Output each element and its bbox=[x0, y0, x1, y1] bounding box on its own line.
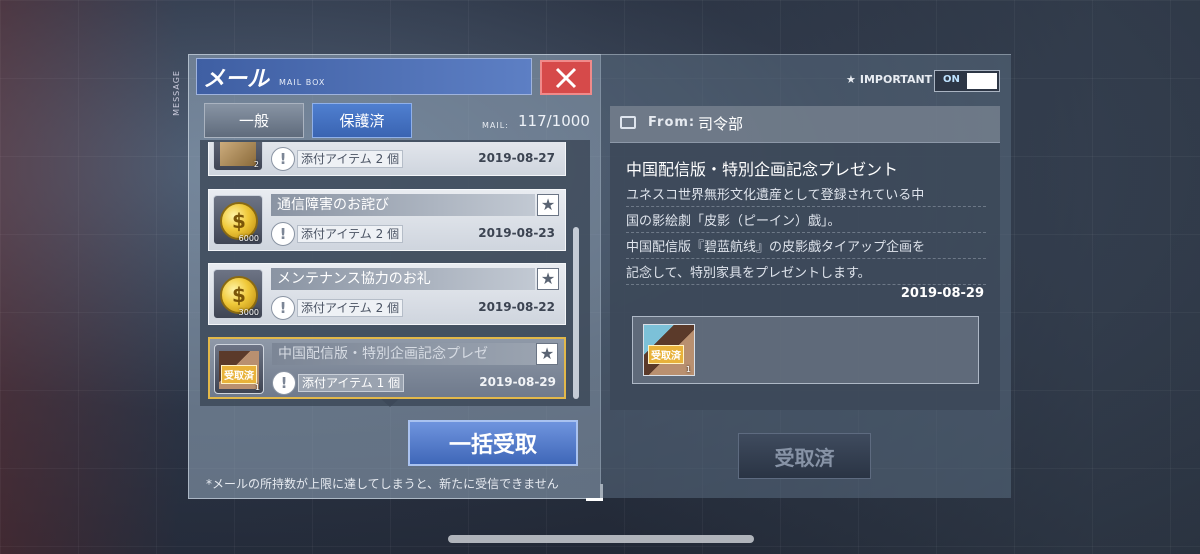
mail-subject: 中国配信版・特別企画記念プレゼ bbox=[272, 343, 536, 365]
star-icon[interactable]: ★ bbox=[537, 194, 559, 216]
attachment-row: ! 添付アイテム 2 個 2019-08-22 bbox=[271, 296, 561, 320]
mail-body-line: 記念して、特別家具をプレゼントします。 bbox=[626, 262, 986, 285]
mail-title: 中国配信版・特別企画記念プレゼント bbox=[626, 160, 899, 179]
coin-icon: $ 3000 bbox=[213, 269, 263, 319]
mail-date: 2019-08-27 bbox=[478, 151, 555, 165]
scrollbar[interactable] bbox=[573, 227, 579, 399]
important-filter: ★ IMPORTANT bbox=[846, 73, 932, 86]
toggle-knob bbox=[967, 73, 997, 89]
attachment-count: 添付アイテム 2 個 bbox=[297, 299, 404, 317]
scroll-down-indicator bbox=[380, 398, 400, 407]
mail-body-line: 中国配信版『碧蓝航线』の皮影戯タイアップ企画を bbox=[626, 236, 986, 259]
mail-count: 117/1000 bbox=[518, 112, 590, 130]
furniture-icon[interactable]: 受取済 1 bbox=[643, 324, 695, 376]
page-title: メール bbox=[203, 67, 270, 92]
tab-protected[interactable]: 保護済 bbox=[312, 103, 412, 138]
attachment-count: 添付アイテム 2 個 bbox=[297, 225, 404, 243]
coin-icon: $ 6000 bbox=[213, 195, 263, 245]
attachment-icon: ! bbox=[271, 296, 295, 320]
mail-date: 2019-08-29 bbox=[479, 375, 556, 389]
attachment-icon: ! bbox=[271, 222, 295, 246]
received-stamp: 受取済 bbox=[648, 345, 684, 364]
toggle-state: ON bbox=[943, 74, 960, 85]
from-label: From: bbox=[648, 115, 696, 130]
attachment-icon: ! bbox=[272, 371, 296, 395]
attachment-row: ! 添付アイテム 2 個 2019-08-23 bbox=[271, 222, 561, 246]
mail-date: 2019-08-22 bbox=[478, 300, 555, 314]
mail-count-label: MAIL: bbox=[482, 121, 509, 130]
mail-subject: メンテナンス協力のお礼 bbox=[271, 268, 535, 290]
from-bar: From: 司令部 bbox=[610, 106, 1000, 143]
list-item-selected[interactable]: 受取済 1 中国配信版・特別企画記念プレゼ ★ ! 添付アイテム 1 個 201… bbox=[208, 337, 566, 399]
received-button: 受取済 bbox=[738, 433, 871, 479]
attachment-count: 添付アイテム 1 個 bbox=[298, 374, 405, 392]
list-item[interactable]: $ 3000 メンテナンス協力のお礼 ★ ! 添付アイテム 2 個 2019-0… bbox=[208, 263, 566, 325]
furniture-icon: 受取済 1 bbox=[214, 344, 264, 394]
attachment-row: ! 添付アイテム 1 個 2019-08-29 bbox=[272, 371, 562, 395]
home-indicator bbox=[448, 535, 754, 543]
attachment-row: ! 添付アイテム 2 個 2019-08-27 bbox=[271, 147, 561, 171]
mail-date: 2019-08-29 bbox=[900, 286, 984, 301]
mail-subject: 通信障害のお詫び bbox=[271, 194, 535, 216]
message-icon bbox=[620, 116, 636, 129]
mailbox-title-bar: メール MAIL BOX bbox=[196, 58, 532, 95]
notice-text: *メールの所持数が上限に達してしまうと、新たに受信できません bbox=[206, 477, 559, 491]
important-toggle[interactable]: ON bbox=[934, 70, 1000, 92]
side-label: MESSAGE bbox=[172, 70, 181, 116]
mail-body-line: ユネスコ世界無形文化遺産として登録されている中 bbox=[626, 184, 986, 207]
close-icon bbox=[555, 67, 577, 88]
star-icon: ★ bbox=[846, 73, 856, 86]
star-icon[interactable]: ★ bbox=[536, 343, 558, 365]
bulk-receive-button[interactable]: 一括受取 bbox=[408, 420, 578, 466]
attachment-box: 受取済 1 bbox=[632, 316, 979, 384]
mail-body-line: 国の影絵劇「皮影（ピーイン）戯」。 bbox=[626, 210, 986, 233]
list-item[interactable]: $ 6000 通信障害のお詫び ★ ! 添付アイテム 2 個 2019-08-2… bbox=[208, 189, 566, 251]
attachment-icon: ! bbox=[271, 147, 295, 171]
attachment-count: 添付アイテム 2 個 bbox=[297, 150, 404, 168]
from-name: 司令部 bbox=[698, 115, 744, 133]
mail-detail: From: 司令部 中国配信版・特別企画記念プレゼント ユネスコ世界無形文化遺産… bbox=[610, 106, 1000, 410]
mail-date: 2019-08-23 bbox=[478, 226, 555, 240]
star-icon[interactable]: ★ bbox=[537, 268, 559, 290]
page-subtitle: MAIL BOX bbox=[279, 78, 326, 87]
close-button[interactable] bbox=[540, 60, 592, 95]
important-label: IMPORTANT bbox=[859, 73, 933, 86]
tab-general[interactable]: 一般 bbox=[204, 103, 304, 138]
received-stamp: 受取済 bbox=[221, 365, 257, 384]
